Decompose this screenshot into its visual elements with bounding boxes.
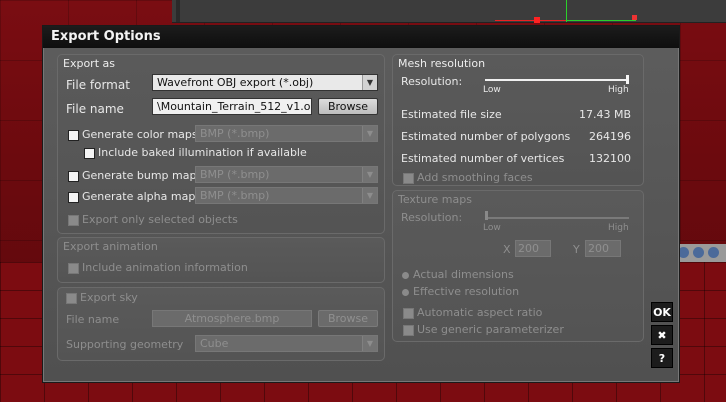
generate-alpha-maps-checkbox[interactable]	[68, 192, 79, 203]
include-animation-label: Include animation information	[82, 261, 248, 274]
alpha-maps-format-value: BMP (*.bmp)	[200, 189, 270, 202]
supporting-geometry-select[interactable]: Cube ▼	[195, 335, 378, 352]
export-sky-title: Export sky	[80, 291, 138, 304]
texture-x-input[interactable]: 200	[515, 240, 551, 257]
texture-x-label: X	[503, 243, 511, 256]
generate-alpha-maps-label: Generate alpha maps	[82, 190, 202, 203]
export-animation-panel: Export animation Include animation infor…	[57, 237, 385, 283]
effective-resolution-label: Effective resolution	[413, 285, 520, 298]
file-name-input[interactable]: \Mountain_Terrain_512_v1.obj	[152, 98, 312, 115]
supporting-geometry-label: Supporting geometry	[66, 338, 184, 351]
file-format-label: File format	[66, 78, 130, 92]
texture-y-label: Y	[573, 243, 580, 256]
sky-file-name-label: File name	[66, 313, 120, 326]
effective-resolution-radio[interactable]	[402, 289, 409, 296]
texture-maps-title: Texture maps	[398, 193, 472, 206]
mesh-low-label: Low	[483, 85, 501, 95]
alpha-maps-format-select[interactable]: BMP (*.bmp) ▼	[195, 187, 378, 204]
est-file-size-label: Estimated file size	[401, 108, 502, 121]
actual-dimensions-radio[interactable]	[402, 272, 409, 279]
chevron-down-icon[interactable]: ▼	[362, 75, 377, 90]
export-sky-checkbox[interactable]	[66, 293, 77, 304]
texture-y-input[interactable]: 200	[585, 240, 621, 257]
include-baked-checkbox[interactable]	[84, 148, 95, 159]
export-sky-panel: Export sky File name Atmosphere.bmp Brow…	[57, 287, 385, 361]
chevron-down-icon[interactable]: ▼	[362, 126, 377, 141]
bump-maps-format-select[interactable]: BMP (*.bmp) ▼	[195, 166, 378, 183]
close-icon: ✖	[657, 328, 667, 342]
generate-color-maps-label: Generate color maps	[82, 128, 198, 141]
gizmo-handle[interactable]	[534, 17, 540, 23]
include-animation-checkbox[interactable]	[68, 263, 79, 274]
mesh-resolution-panel: Mesh resolution Resolution: Low High Est…	[392, 54, 644, 186]
generic-parameterizer-label: Use generic parameterizer	[417, 323, 564, 336]
mesh-resolution-title: Mesh resolution	[398, 57, 486, 70]
texture-resolution-slider[interactable]	[485, 217, 629, 219]
file-format-value: Wavefront OBJ export (*.obj)	[157, 76, 314, 89]
color-maps-format-value: BMP (*.bmp)	[200, 127, 270, 140]
export-selected-label: Export only selected objects	[82, 213, 238, 226]
texture-resolution-slider-handle[interactable]	[485, 211, 488, 220]
export-as-panel: Export as File format Wavefront OBJ expo…	[57, 54, 385, 234]
help-button[interactable]: ?	[651, 348, 673, 368]
gizmo-handle-2[interactable]	[632, 15, 637, 20]
mesh-resolution-slider-handle[interactable]	[626, 75, 629, 84]
dialog-title: Export Options	[43, 26, 679, 48]
auto-aspect-label: Automatic aspect ratio	[417, 306, 543, 319]
texture-resolution-label: Resolution:	[401, 211, 463, 224]
est-vertices-label: Estimated number of vertices	[401, 152, 565, 165]
viewport-toolbar-strip	[676, 244, 726, 262]
mesh-high-label: High	[608, 85, 629, 95]
viewport-divider	[176, 0, 180, 22]
axis-y-line	[566, 0, 567, 22]
est-polygons-label: Estimated number of polygons	[401, 130, 571, 143]
export-as-title: Export as	[63, 57, 115, 70]
color-maps-format-select[interactable]: BMP (*.bmp) ▼	[195, 125, 378, 142]
export-options-dialog: Export Options Export as File format Wav…	[42, 25, 680, 383]
chevron-down-icon[interactable]: ▼	[362, 167, 377, 182]
est-vertices-value: 132100	[589, 152, 631, 165]
generate-bump-maps-label: Generate bump maps	[82, 169, 203, 182]
auto-aspect-checkbox[interactable]	[403, 308, 414, 319]
generic-parameterizer-checkbox[interactable]	[403, 325, 414, 336]
ok-button[interactable]: OK	[651, 302, 673, 322]
est-polygons-value: 264196	[589, 130, 631, 143]
texture-high-label: High	[608, 223, 629, 233]
supporting-geometry-value: Cube	[200, 337, 229, 350]
axis-green-line	[566, 20, 636, 21]
file-format-select[interactable]: Wavefront OBJ export (*.obj) ▼	[152, 74, 378, 91]
sky-file-name-input[interactable]: Atmosphere.bmp	[152, 310, 312, 327]
mesh-resolution-label: Resolution:	[401, 75, 463, 88]
include-baked-label: Include baked illumination if available	[98, 146, 307, 159]
add-smoothing-label: Add smoothing faces	[417, 171, 533, 184]
generate-color-maps-checkbox[interactable]	[68, 130, 79, 141]
chevron-down-icon[interactable]: ▼	[362, 188, 377, 203]
view-icon[interactable]	[708, 247, 719, 258]
sky-browse-button[interactable]: Browse	[318, 310, 378, 327]
view-icon[interactable]	[693, 247, 704, 258]
mesh-resolution-slider[interactable]	[485, 79, 629, 81]
generate-bump-maps-checkbox[interactable]	[68, 171, 79, 182]
texture-low-label: Low	[483, 223, 501, 233]
actual-dimensions-label: Actual dimensions	[413, 268, 514, 281]
help-icon: ?	[658, 351, 666, 365]
bump-maps-format-value: BMP (*.bmp)	[200, 168, 270, 181]
texture-maps-panel: Texture maps Resolution: Low High X 200 …	[392, 190, 644, 342]
file-name-label: File name	[66, 102, 124, 116]
browse-button[interactable]: Browse	[318, 98, 378, 115]
export-animation-title: Export animation	[63, 240, 158, 253]
axis-x-line	[495, 20, 567, 21]
viewport-top-bar	[172, 0, 726, 23]
est-file-size-value: 17.43 MB	[578, 108, 631, 121]
cancel-button[interactable]: ✖	[651, 325, 673, 345]
export-selected-checkbox[interactable]	[68, 215, 79, 226]
add-smoothing-checkbox[interactable]	[403, 173, 414, 184]
chevron-down-icon[interactable]: ▼	[362, 336, 377, 351]
